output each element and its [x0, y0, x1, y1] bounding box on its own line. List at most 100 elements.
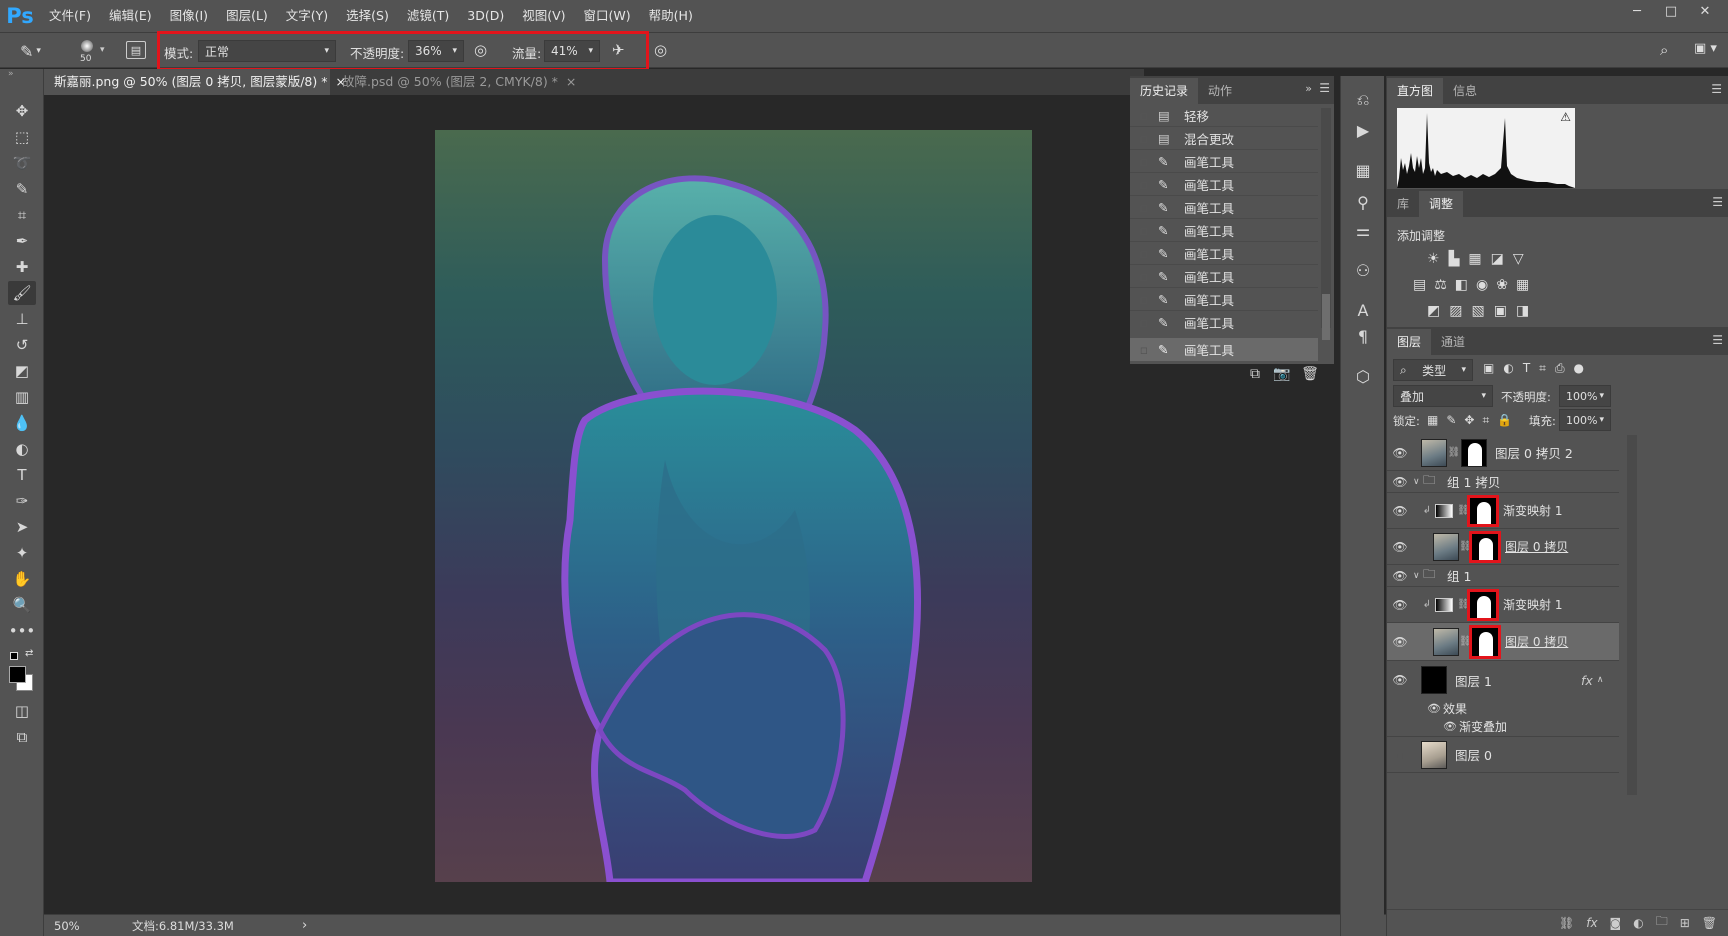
- workspace-icon[interactable]: ▣ ▾: [1694, 41, 1724, 61]
- levels-icon[interactable]: ▙: [1449, 251, 1460, 267]
- link-icon[interactable]: ⛓: [1459, 541, 1472, 552]
- close-icon[interactable]: ✕: [1688, 0, 1722, 22]
- type-filter-icon[interactable]: T: [1523, 361, 1530, 376]
- visibility-eye-icon[interactable]: 👁: [1443, 720, 1459, 733]
- chevron-down-icon[interactable]: ∨: [1413, 477, 1423, 487]
- layer-opacity-field[interactable]: 100% ▾: [1559, 385, 1611, 407]
- history-item[interactable]: ▫ ✎ 画笔工具: [1130, 196, 1318, 219]
- layer-group-row[interactable]: 👁 ∨ 🗀 组 1: [1387, 565, 1619, 587]
- history-panel-icon[interactable]: ⎌: [1349, 86, 1377, 114]
- search-icon[interactable]: ⌕: [1660, 41, 1680, 61]
- move-tool-icon[interactable]: ✥: [8, 99, 36, 123]
- layer-row[interactable]: 👁 ⛓ 图层 0 拷贝: [1387, 529, 1619, 565]
- add-style-icon[interactable]: fx: [1586, 916, 1597, 930]
- panel-menu-icon[interactable]: ☰: [1319, 81, 1330, 95]
- default-colors-icon[interactable]: [10, 652, 18, 660]
- vibrance-icon[interactable]: ▽: [1513, 251, 1524, 267]
- history-item[interactable]: ▫ ✎ 画笔工具: [1130, 242, 1318, 265]
- layer-mask-thumbnail[interactable]: [1467, 494, 1499, 527]
- pressure-opacity-icon[interactable]: ◎: [474, 41, 494, 61]
- link-icon[interactable]: ⛓: [1459, 636, 1472, 647]
- add-mask-icon[interactable]: ◙: [1610, 916, 1622, 930]
- brush-tool-icon[interactable]: 🖌: [8, 281, 36, 305]
- layer-mask-thumbnail[interactable]: [1467, 588, 1499, 621]
- history-item[interactable]: ▫ ▤ 轻移: [1130, 104, 1318, 127]
- adjustments-sliders-icon[interactable]: ⚌: [1349, 216, 1377, 244]
- marquee-tool-icon[interactable]: ⬚: [8, 125, 36, 149]
- layer-mask-thumbnail[interactable]: [1469, 624, 1501, 659]
- new-layer-icon[interactable]: ⊞: [1680, 916, 1690, 930]
- color-balance-icon[interactable]: ⚖: [1434, 277, 1447, 293]
- character-icon[interactable]: A: [1349, 296, 1377, 324]
- black-white-icon[interactable]: ◧: [1455, 277, 1468, 293]
- tab-document-1[interactable]: 斯嘉丽.png @ 50% (图层 0 拷贝, 图层蒙版/8) * ×: [44, 69, 346, 95]
- menu-select[interactable]: 选择(S): [337, 0, 398, 32]
- history-item[interactable]: ▫ ✎ 画笔工具: [1130, 150, 1318, 173]
- foreground-color-swatch[interactable]: [9, 666, 26, 683]
- close-icon[interactable]: ×: [566, 74, 576, 89]
- smart-object-filter-icon[interactable]: ⎙: [1555, 361, 1565, 376]
- history-item-current[interactable]: ▫ ✎ 画笔工具: [1130, 338, 1318, 361]
- visibility-eye-icon[interactable]: 👁: [1427, 702, 1443, 715]
- menu-edit[interactable]: 编辑(E): [100, 0, 161, 32]
- link-icon[interactable]: ⛓: [1457, 505, 1470, 516]
- tab-info[interactable]: 信息: [1443, 78, 1487, 104]
- layer-row[interactable]: 👁 ⛓ 图层 0 拷贝 2: [1387, 435, 1619, 471]
- visibility-eye-icon[interactable]: 👁: [1387, 569, 1413, 583]
- document-image[interactable]: [435, 130, 1032, 882]
- color-lookup-icon[interactable]: ▦: [1516, 277, 1529, 293]
- eraser-tool-icon[interactable]: ◩: [8, 359, 36, 383]
- visibility-eye-icon[interactable]: 👁: [1387, 673, 1413, 687]
- history-item[interactable]: ▫ ✎ 画笔工具: [1130, 219, 1318, 242]
- actions-play-icon[interactable]: ▶: [1349, 116, 1377, 144]
- menu-image[interactable]: 图像(I): [161, 0, 217, 32]
- hue-saturation-icon[interactable]: ▤: [1413, 277, 1426, 293]
- history-item[interactable]: ▫ ✎ 画笔工具: [1130, 173, 1318, 196]
- eyedropper-tool-icon[interactable]: ✒: [8, 229, 36, 253]
- lock-all-icon[interactable]: 🔒: [1497, 413, 1512, 428]
- expand-icon[interactable]: »: [1305, 82, 1312, 95]
- menu-type[interactable]: 文字(Y): [277, 0, 337, 32]
- lock-pixels-icon[interactable]: ✎: [1446, 413, 1456, 428]
- tab-layers[interactable]: 图层: [1387, 329, 1432, 355]
- tab-actions[interactable]: 动作: [1198, 78, 1242, 104]
- lock-position-icon[interactable]: ✥: [1464, 413, 1474, 428]
- gradient-map-icon[interactable]: ◨: [1516, 303, 1529, 319]
- selective-color-icon[interactable]: ▣: [1494, 303, 1507, 319]
- threshold-icon[interactable]: ▧: [1471, 303, 1484, 319]
- effect-item-row[interactable]: 👁 渐变叠加: [1387, 717, 1619, 737]
- layer-row-selected[interactable]: 👁 ⛓ 图层 0 拷贝: [1387, 623, 1619, 661]
- pen-tool-icon[interactable]: ✑: [8, 489, 36, 513]
- properties-icon[interactable]: ▦: [1349, 156, 1377, 184]
- history-item[interactable]: ▫ ✎ 画笔工具: [1130, 311, 1318, 331]
- panel-menu-icon[interactable]: ☰: [1712, 333, 1723, 347]
- lock-transparency-icon[interactable]: ▦: [1427, 413, 1438, 428]
- lasso-tool-icon[interactable]: ➰: [8, 151, 36, 175]
- shape-filter-icon[interactable]: ⌗: [1539, 361, 1546, 376]
- dodge-tool-icon[interactable]: ◐: [8, 437, 36, 461]
- brightness-icon[interactable]: ☀: [1427, 251, 1440, 267]
- quick-select-tool-icon[interactable]: ✎: [8, 177, 36, 201]
- menu-file[interactable]: 文件(F): [40, 0, 100, 32]
- menu-filter[interactable]: 滤镜(T): [398, 0, 458, 32]
- history-brush-tool-icon[interactable]: ↺: [8, 333, 36, 357]
- visibility-eye-icon[interactable]: 👁: [1387, 635, 1413, 649]
- menu-view[interactable]: 视图(V): [513, 0, 574, 32]
- new-group-icon[interactable]: 🗀: [1656, 912, 1668, 933]
- link-layers-icon[interactable]: ⛓: [1559, 916, 1574, 930]
- zoom-level[interactable]: 50%: [54, 919, 114, 933]
- path-select-tool-icon[interactable]: ➤: [8, 515, 36, 539]
- healing-brush-tool-icon[interactable]: ✚: [8, 255, 36, 279]
- trash-icon[interactable]: 🗑: [1300, 366, 1320, 382]
- exposure-icon[interactable]: ◪: [1491, 251, 1504, 267]
- brush-panel-toggle-icon[interactable]: ▤: [126, 41, 146, 59]
- collapse-icon[interactable]: »: [8, 69, 14, 79]
- airbrush-icon[interactable]: ✈: [612, 41, 632, 61]
- layer-row[interactable]: 👁 ↲ ⛓ 渐变映射 1: [1387, 493, 1619, 529]
- visibility-eye-icon[interactable]: 👁: [1387, 475, 1413, 489]
- layer-mask-thumbnail[interactable]: [1461, 438, 1487, 467]
- crop-tool-icon[interactable]: ⌗: [8, 203, 36, 227]
- menu-layer[interactable]: 图层(L): [217, 0, 277, 32]
- layer-filter-select[interactable]: ⌕ 类型 ▾: [1393, 359, 1473, 381]
- visibility-eye-icon[interactable]: 👁: [1387, 598, 1413, 612]
